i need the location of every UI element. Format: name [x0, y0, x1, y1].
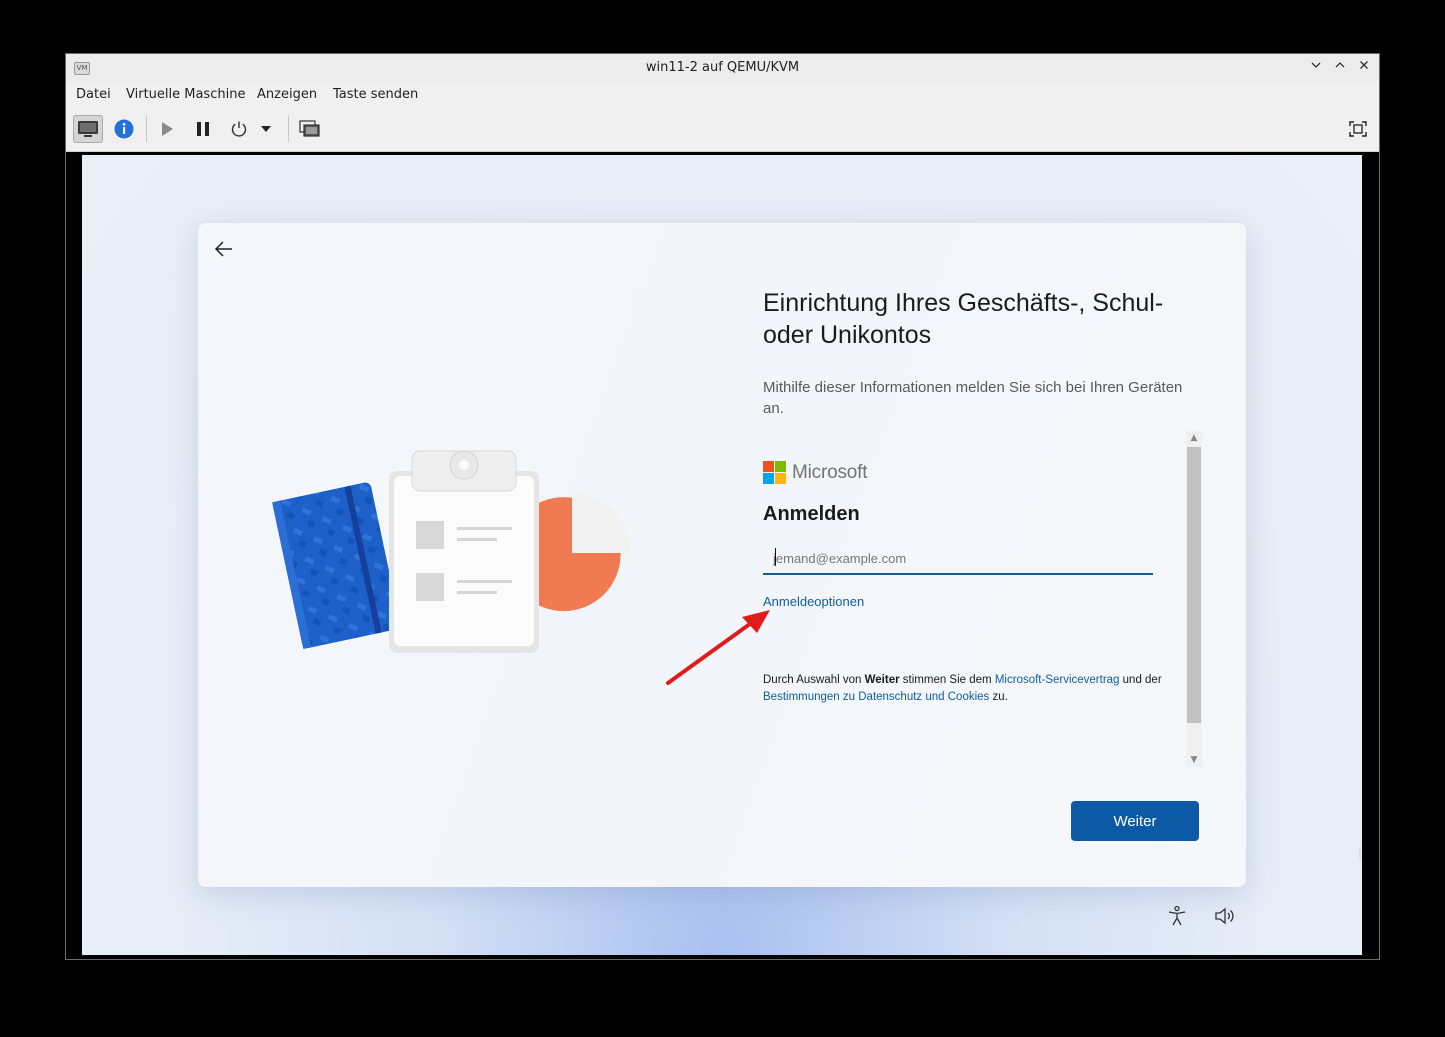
minimize-button[interactable]	[1306, 58, 1326, 78]
menu-bar: Datei Virtuelle Maschine Anzeigen Taste …	[66, 82, 1379, 108]
page-heading: Einrichtung Ihres Geschäfts-, Schul- ode…	[763, 289, 1164, 349]
email-input[interactable]	[763, 543, 1153, 575]
pause-button[interactable]	[188, 115, 218, 143]
monitor-icon	[78, 121, 98, 137]
chevron-down-icon	[1311, 62, 1321, 68]
text-caret	[775, 548, 776, 566]
menu-datei[interactable]: Datei	[72, 82, 115, 108]
signin-options-link[interactable]: Anmeldeoptionen	[763, 594, 864, 609]
microsoft-wordmark: Microsoft	[792, 461, 868, 483]
back-button[interactable]	[212, 237, 236, 261]
accessibility-icon	[1168, 905, 1186, 926]
play-icon	[162, 122, 173, 136]
details-view-button[interactable]	[109, 115, 139, 143]
scroll-thumb[interactable]	[1187, 447, 1201, 723]
annotation-arrow	[666, 610, 770, 685]
microsoft-squares-icon	[763, 461, 786, 484]
console-view-button[interactable]	[73, 115, 103, 143]
menu-anzeigen[interactable]: Anzeigen	[253, 82, 321, 108]
privacy-cookies-link[interactable]: Bestimmungen zu Datenschutz und Cookies	[763, 691, 989, 703]
maximize-button[interactable]	[1330, 58, 1350, 78]
snapshots-button[interactable]	[295, 115, 325, 143]
menu-virtuelle-maschine[interactable]: Virtuelle Maschine	[122, 82, 249, 108]
toolbar	[66, 108, 1379, 152]
vm-display[interactable]: Einrichtung Ihres Geschäfts-, Schul- ode…	[82, 155, 1362, 955]
pause-icon	[197, 122, 209, 136]
shutdown-menu-button[interactable]	[256, 115, 276, 143]
dropdown-icon	[261, 126, 271, 132]
snapshots-icon	[299, 120, 320, 137]
window-title: win11-2 auf QEMU/KVM	[645, 60, 800, 75]
terms-text: Durch Auswahl von Weiter stimmen Sie dem…	[763, 674, 1162, 703]
mouse-cursor-icon	[1359, 846, 1361, 860]
run-button[interactable]	[152, 115, 182, 143]
service-agreement-link[interactable]: Microsoft-Servicevertrag	[995, 674, 1120, 686]
fullscreen-button[interactable]	[1343, 115, 1373, 143]
title-bar: VM win11-2 auf QEMU/KVM	[66, 54, 1379, 83]
next-button[interactable]: Weiter	[1071, 801, 1199, 841]
close-icon	[1360, 61, 1368, 69]
menu-taste-senden[interactable]: Taste senden	[329, 82, 422, 108]
close-button[interactable]	[1354, 58, 1374, 78]
info-icon	[114, 119, 134, 139]
chevron-up-icon	[1335, 62, 1345, 68]
page-description: Mithilfe dieser Informationen melden Sie…	[763, 379, 1183, 417]
scroll-down-arrow-icon[interactable]: ▼	[1186, 753, 1202, 767]
power-icon	[231, 121, 247, 137]
signin-title: Anmelden	[763, 503, 860, 525]
oobe-dialog: Einrichtung Ihres Geschäfts-, Schul- ode…	[198, 223, 1246, 887]
fullscreen-icon	[1349, 121, 1367, 137]
accessibility-button[interactable]	[1165, 904, 1189, 928]
scroll-up-arrow-icon[interactable]: ▲	[1186, 431, 1202, 445]
back-arrow-icon	[214, 241, 232, 257]
work-account-illustration	[272, 450, 631, 653]
microsoft-logo: Microsoft	[763, 461, 867, 484]
vm-window: VM win11-2 auf QEMU/KVM Datei Virtuelle …	[65, 53, 1380, 960]
scrollbar[interactable]: ▲ ▼	[1186, 431, 1202, 767]
shutdown-button[interactable]	[224, 115, 254, 143]
volume-button[interactable]	[1213, 904, 1237, 928]
speaker-icon	[1215, 907, 1234, 925]
